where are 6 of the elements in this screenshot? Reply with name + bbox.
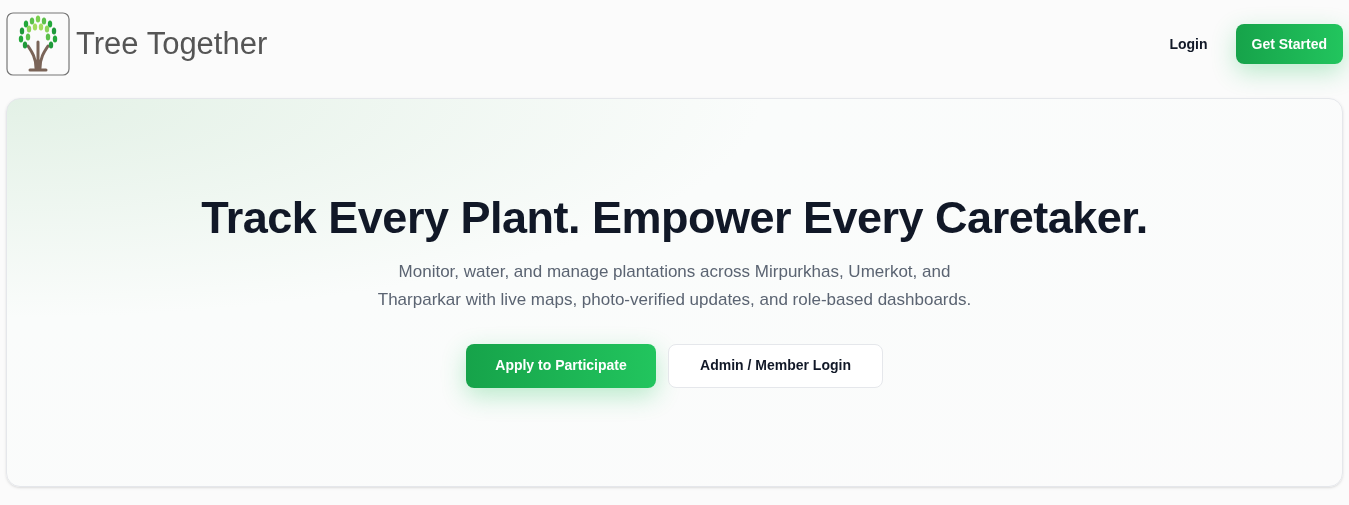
- login-link[interactable]: Login: [1157, 24, 1220, 64]
- hero-title: Track Every Plant. Empower Every Caretaker.: [201, 190, 1148, 245]
- logo-wordmark: Tree Together: [76, 24, 268, 63]
- tree-logo-icon: [6, 12, 70, 76]
- hero-description: Monitor, water, and manage plantations across Mirpurkhas, Umerkot, and Tharparkar with live maps, photo-verified updates, and role-based dashboards.: [377, 260, 972, 311]
- login-button[interactable]: Admin / Member Login: [668, 343, 883, 388]
